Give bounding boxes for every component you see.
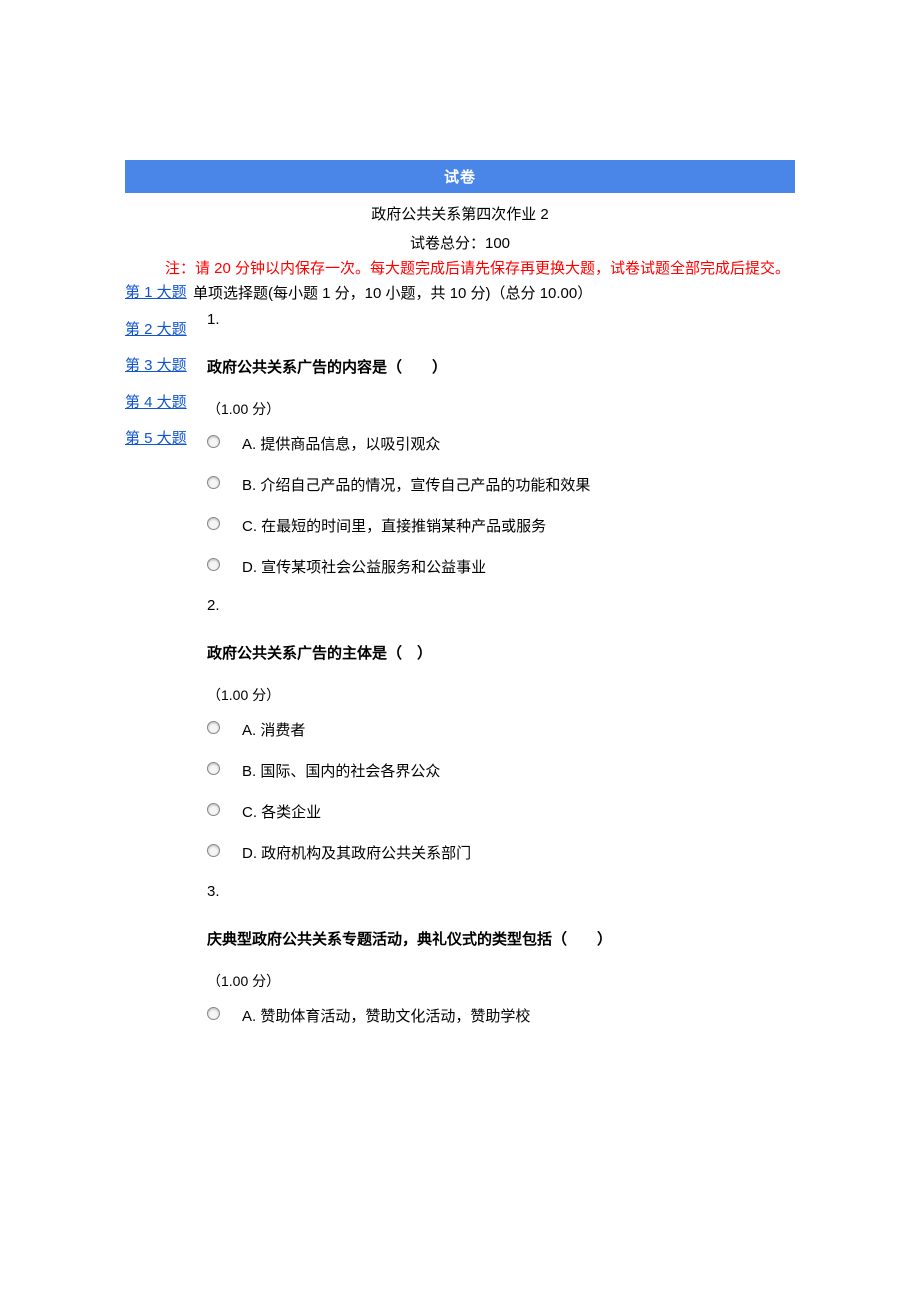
option-text: A. 提供商品信息，以吸引观众 [242, 433, 440, 454]
body-layout: 第 1 大题 第 2 大题 第 3 大题 第 4 大题 第 5 大题 单项选择题… [125, 282, 795, 1046]
question-number: 3. [207, 883, 795, 900]
option-text: C. 各类企业 [242, 801, 321, 822]
option-text: B. 国际、国内的社会各界公众 [242, 760, 440, 781]
option-row[interactable]: C. 在最短的时间里，直接推销某种产品或服务 [207, 515, 795, 536]
content-area: 单项选择题(每小题 1 分，10 小题，共 10 分)（总分 10.00） 1.… [191, 282, 795, 1046]
radio-icon[interactable] [207, 558, 220, 571]
nav-link-section-1[interactable]: 第 1 大题 [125, 282, 191, 305]
radio-icon[interactable] [207, 1007, 220, 1020]
radio-icon[interactable] [207, 721, 220, 734]
nav-link-section-4[interactable]: 第 4 大题 [125, 392, 191, 415]
question-block: 1. 政府公共关系广告的内容是（ ） （1.00 分） A. 提供商品信息，以吸… [193, 311, 795, 577]
exam-page: 试卷 政府公共关系第四次作业 2 试卷总分：100 注：请 20 分钟以内保存一… [0, 0, 920, 1126]
question-number: 1. [207, 311, 795, 328]
option-row[interactable]: C. 各类企业 [207, 801, 795, 822]
option-text: A. 赞助体育活动，赞助文化活动，赞助学校 [242, 1005, 530, 1026]
section-nav: 第 1 大题 第 2 大题 第 3 大题 第 4 大题 第 5 大题 [125, 282, 191, 465]
option-text: C. 在最短的时间里，直接推销某种产品或服务 [242, 515, 546, 536]
question-stem: 政府公共关系广告的内容是（ ） [207, 356, 795, 377]
option-row[interactable]: B. 国际、国内的社会各界公众 [207, 760, 795, 781]
nav-link-section-5[interactable]: 第 5 大题 [125, 428, 191, 451]
radio-icon[interactable] [207, 844, 220, 857]
question-stem: 政府公共关系广告的主体是（ ） [207, 642, 795, 663]
option-row[interactable]: A. 提供商品信息，以吸引观众 [207, 433, 795, 454]
question-stem: 庆典型政府公共关系专题活动，典礼仪式的类型包括（ ） [207, 928, 795, 949]
option-text: A. 消费者 [242, 719, 305, 740]
option-text: B. 介绍自己产品的情况，宣传自己产品的功能和效果 [242, 474, 590, 495]
option-row[interactable]: A. 消费者 [207, 719, 795, 740]
section-heading: 单项选择题(每小题 1 分，10 小题，共 10 分)（总分 10.00） [193, 282, 795, 303]
question-block: 3. 庆典型政府公共关系专题活动，典礼仪式的类型包括（ ） （1.00 分） A… [193, 883, 795, 1026]
radio-icon[interactable] [207, 435, 220, 448]
nav-link-section-2[interactable]: 第 2 大题 [125, 319, 191, 342]
option-text: D. 宣传某项社会公益服务和公益事业 [242, 556, 486, 577]
option-row[interactable]: D. 政府机构及其政府公共关系部门 [207, 842, 795, 863]
nav-link-section-3[interactable]: 第 3 大题 [125, 355, 191, 378]
question-points: （1.00 分） [207, 685, 795, 705]
option-row[interactable]: B. 介绍自己产品的情况，宣传自己产品的功能和效果 [207, 474, 795, 495]
option-row[interactable]: D. 宣传某项社会公益服务和公益事业 [207, 556, 795, 577]
question-points: （1.00 分） [207, 399, 795, 419]
option-row[interactable]: A. 赞助体育活动，赞助文化活动，赞助学校 [207, 1005, 795, 1026]
header-bar: 试卷 [125, 160, 795, 193]
option-text: D. 政府机构及其政府公共关系部门 [242, 842, 471, 863]
exam-title: 政府公共关系第四次作业 2 [125, 193, 795, 228]
radio-icon[interactable] [207, 517, 220, 530]
question-block: 2. 政府公共关系广告的主体是（ ） （1.00 分） A. 消费者 B. 国际… [193, 597, 795, 863]
question-points: （1.00 分） [207, 971, 795, 991]
total-score: 试卷总分：100 [125, 228, 795, 257]
radio-icon[interactable] [207, 803, 220, 816]
notice-text: 注：请 20 分钟以内保存一次。每大题完成后请先保存再更换大题，试卷试题全部完成… [125, 257, 795, 278]
radio-icon[interactable] [207, 762, 220, 775]
radio-icon[interactable] [207, 476, 220, 489]
question-number: 2. [207, 597, 795, 614]
